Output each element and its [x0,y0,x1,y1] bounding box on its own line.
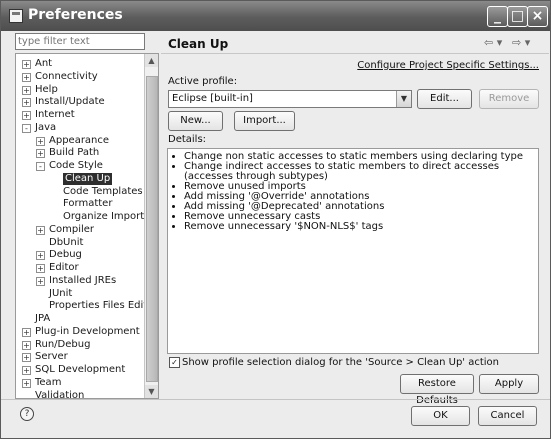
forward-arrow-icon[interactable]: ⇨ ▾ [512,36,530,49]
tree-item-label: Run/Debug [35,338,91,350]
apply-button[interactable]: Apply [479,374,539,394]
restore-defaults-button[interactable]: Restore Defaults [400,374,474,406]
tree-item-label: Build Path [49,147,100,159]
help-icon[interactable]: ? [20,407,34,421]
expand-icon[interactable]: + [36,149,45,159]
active-profile-label: Active profile: [168,76,238,87]
scroll-up-icon[interactable]: ▲ [145,54,158,67]
tree-item-label: Connectivity [35,70,98,82]
tree-item-label: Server [35,351,68,363]
expand-icon[interactable]: + [22,60,31,69]
new-profile-button[interactable]: New... [168,111,223,131]
tree-item-label: Clean Up [63,172,113,185]
expand-icon[interactable]: + [22,353,31,363]
scroll-thumb[interactable] [146,76,158,382]
scroll-down-icon[interactable]: ▼ [145,385,158,398]
ok-button[interactable]: OK [411,406,470,426]
tree-item-label: Java [35,121,57,133]
expand-icon[interactable]: + [22,111,31,120]
tree-item-label: Organize Imports [63,211,150,222]
details-box: Change non static accesses to static mem… [167,148,539,354]
expand-icon[interactable]: + [36,251,45,261]
tree-item-label: Properties Files Editor [49,300,158,312]
collapse-icon[interactable]: - [22,123,31,133]
preference-tree: + Ant + Connectivity + Help + Install/Update + In… [15,53,159,399]
tree-vertical-scrollbar[interactable]: ▲ ▼ [144,54,158,398]
close-button[interactable]: × [527,6,548,27]
expand-icon[interactable]: + [22,72,31,82]
configure-project-settings-link[interactable]: Configure Project Specific Settings... [357,60,539,71]
tree-item-label: Formatter [63,198,113,210]
show-dialog-label: Show profile selection dialog for the 'S… [182,357,500,368]
tree-item-label: Plug-in Development [35,325,140,337]
cancel-button[interactable]: Cancel [478,406,537,426]
remove-profile-button[interactable]: Remove [479,89,539,109]
detail-item: Change indirect accesses to static membe… [184,162,538,182]
expand-icon[interactable]: + [36,264,45,273]
tree-item-label: JPA [35,313,51,324]
preferences-window: Preferences _ □ × + Ant + Connectivity + Help… [0,0,551,439]
tree-item-label: Appearance [49,134,110,146]
page-title: Clean Up [168,37,229,51]
tree-item-label: Ant [35,58,53,69]
tree-item-label: Team [35,376,62,388]
tree-item-label: Code Style [49,160,103,171]
filter-input[interactable] [15,33,145,50]
window-title: Preferences [28,7,123,23]
expand-icon[interactable]: + [22,327,31,337]
profile-select[interactable]: Eclipse [built-in] ▼ [168,90,412,108]
preference-tree-pane: + Ant + Connectivity + Help + Install/Update + In… [9,31,159,399]
footer-separator [1,399,550,400]
expand-icon[interactable]: + [22,340,31,350]
tree-item-label: Validation [35,389,85,399]
tree-item-label: Internet [35,109,75,120]
expand-icon[interactable]: + [36,225,45,235]
tree-item-label: Help [35,83,58,95]
edit-profile-button[interactable]: Edit... [417,89,472,109]
clean-up-page: Clean Up ⇦ ▾ ⇨ ▾ Configure Project Speci… [161,31,549,406]
profile-select-value: Eclipse [built-in] [172,93,253,104]
details-list: Change non static accesses to static mem… [168,152,538,232]
tree-item-label: DbUnit [49,236,84,248]
expand-icon[interactable]: + [22,85,31,95]
back-arrow-icon[interactable]: ⇦ ▾ [484,36,502,49]
title-bar[interactable]: Preferences _ □ × [1,1,550,31]
expand-icon[interactable]: + [22,98,31,108]
tree-item-label: SQL Development [35,364,126,375]
tree-item-label: JUnit [49,287,73,299]
window-app-icon [9,9,23,23]
expand-icon[interactable]: + [22,366,31,375]
import-profile-button[interactable]: Import... [234,111,295,131]
tree-item-label: Editor [49,262,79,273]
tree-item-label: Installed JREs [49,274,117,286]
tree-item-label: Install/Update [35,96,105,108]
tree-item-label: Code Templates [63,185,143,197]
expand-icon[interactable]: + [36,276,45,286]
title-separator [161,53,549,54]
expand-icon[interactable]: + [36,136,45,146]
details-label: Details: [168,134,207,145]
expand-icon[interactable]: + [22,378,31,388]
show-dialog-checkbox[interactable]: ✓ [169,357,180,368]
chevron-down-icon[interactable]: ▼ [396,91,411,107]
collapse-icon[interactable]: - [36,162,45,171]
maximize-button[interactable]: □ [507,6,528,27]
detail-item: Remove unnecessary '$NON-NLS$' tags [184,222,538,232]
minimize-button[interactable]: _ [487,6,508,27]
tree-item-label: Debug [49,249,82,261]
tree-item-label: Compiler [49,223,95,235]
